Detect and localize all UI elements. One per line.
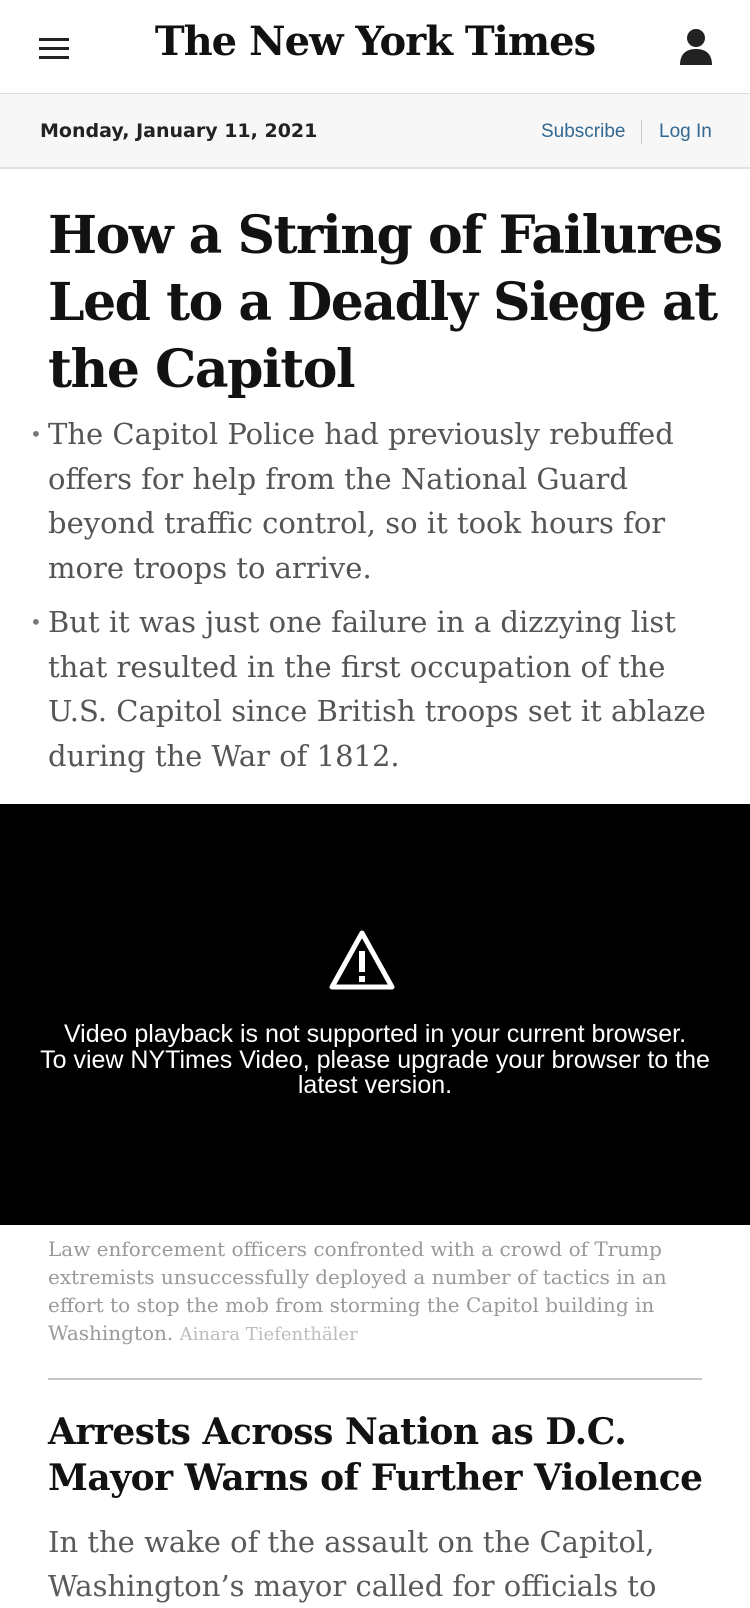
video-message-line: latest version.	[297, 1071, 453, 1099]
video-caption: Law enforcement officers confronted with…	[48, 1235, 688, 1349]
bullet-dot-icon: •	[30, 422, 42, 446]
lead-summary-list: • The Capitol Police had previously rebu…	[0, 412, 750, 788]
site-header: The New York Times	[0, 0, 750, 94]
lead-headline[interactable]: How a String of Failures Led to a Deadly…	[48, 202, 728, 403]
story-headline[interactable]: Arrests Across Nation as D.C. Mayor Warn…	[48, 1409, 728, 1501]
summary-text: But it was just one failure in a dizzyin…	[48, 605, 706, 773]
warning-icon	[329, 930, 395, 990]
login-link[interactable]: Log In	[659, 94, 712, 169]
link-divider	[641, 120, 642, 144]
user-icon[interactable]	[679, 28, 713, 66]
summary-bullet: • The Capitol Police had previously rebu…	[0, 412, 708, 590]
video-message-line: To view NYTimes Video, please upgrade yo…	[40, 1045, 710, 1074]
subscribe-link[interactable]: Subscribe	[541, 94, 626, 169]
nyt-logo[interactable]: The New York Times	[0, 18, 750, 65]
story-summary: In the wake of the assault on the Capito…	[48, 1525, 657, 1603]
video-credit: Ainara Tiefenthäler	[179, 1324, 358, 1345]
video-message-line: Video playback is not supported in your …	[63, 1020, 687, 1048]
summary-bullet: • But it was just one failure in a dizzy…	[0, 600, 708, 778]
summary-text: The Capitol Police had previously rebuff…	[48, 417, 674, 585]
current-date: Monday, January 11, 2021	[40, 120, 318, 142]
video-player[interactable]: Video playback is not supported in your …	[0, 804, 750, 1225]
date-bar: Monday, January 11, 2021 Subscribe Log I…	[0, 94, 750, 169]
bullet-dot-icon: •	[30, 610, 42, 634]
section-divider	[48, 1378, 702, 1380]
video-unsupported-message: Video playback is not supported in your …	[0, 1020, 750, 1099]
